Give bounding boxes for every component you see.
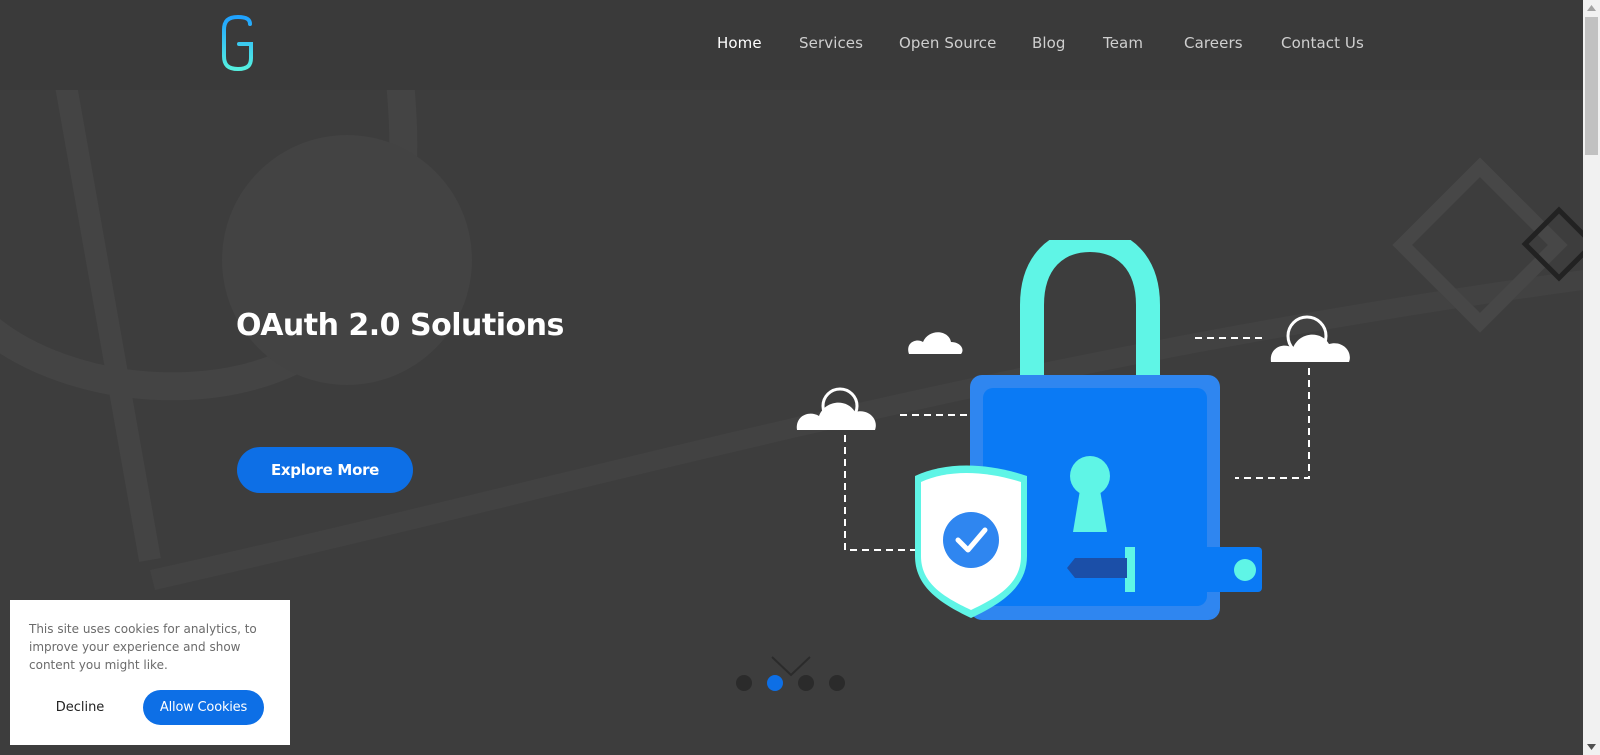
padlock-shield-key-clouds-icon <box>796 240 1350 620</box>
scroll-up-arrow-icon[interactable] <box>1583 0 1600 17</box>
nav-services[interactable]: Services <box>799 34 863 52</box>
main-nav: Home Services Open Source Blog Team Care… <box>0 34 1583 58</box>
nav-contact-us[interactable]: Contact Us <box>1281 34 1364 52</box>
site-header: Home Services Open Source Blog Team Care… <box>0 0 1583 90</box>
page: Home Services Open Source Blog Team Care… <box>0 0 1583 755</box>
decline-cookies-button[interactable]: Decline <box>35 692 125 722</box>
allow-cookies-button[interactable]: Allow Cookies <box>143 690 264 725</box>
nav-open-source[interactable]: Open Source <box>899 34 996 52</box>
nav-blog[interactable]: Blog <box>1032 34 1066 52</box>
scroll-down-arrow-icon[interactable] <box>1583 738 1600 755</box>
nav-careers[interactable]: Careers <box>1184 34 1243 52</box>
slider-dot-3[interactable] <box>798 675 814 691</box>
slider-dot-2[interactable] <box>767 675 783 691</box>
explore-more-button[interactable]: Explore More <box>237 447 413 493</box>
hero-title: OAuth 2.0 Solutions <box>236 308 564 343</box>
scrollbar-thumb[interactable] <box>1585 17 1598 155</box>
nav-team[interactable]: Team <box>1103 34 1143 52</box>
nav-home[interactable]: Home <box>717 34 762 52</box>
page-scrollbar[interactable] <box>1583 0 1600 755</box>
cookie-banner: This site uses cookies for analytics, to… <box>10 600 290 745</box>
slider-dot-1[interactable] <box>736 675 752 691</box>
slider-dots <box>736 675 856 695</box>
slider-dot-4[interactable] <box>829 675 845 691</box>
cookie-message: This site uses cookies for analytics, to… <box>29 622 257 672</box>
